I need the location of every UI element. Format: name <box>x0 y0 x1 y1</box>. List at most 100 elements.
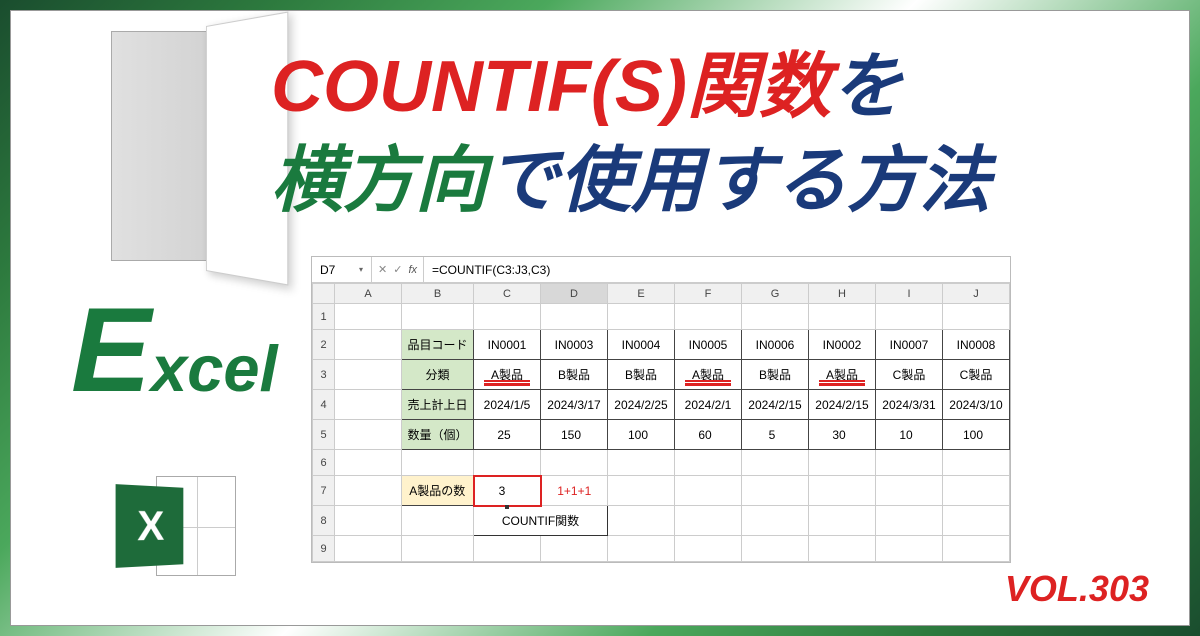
cell-qty-4[interactable]: 5 <box>742 420 809 450</box>
cell[interactable] <box>675 506 742 536</box>
col-header-a[interactable]: A <box>335 284 402 304</box>
row-header-8[interactable]: 8 <box>313 506 335 536</box>
cell[interactable] <box>675 536 742 562</box>
cell[interactable] <box>474 536 541 562</box>
cell-date-6[interactable]: 2024/3/31 <box>876 390 943 420</box>
cell-item-5[interactable]: IN0002 <box>809 330 876 360</box>
cell[interactable] <box>809 506 876 536</box>
row-header-6[interactable]: 6 <box>313 450 335 476</box>
cell-date-3[interactable]: 2024/2/1 <box>675 390 742 420</box>
cell[interactable] <box>335 536 402 562</box>
cell[interactable] <box>474 450 541 476</box>
cell[interactable] <box>402 506 474 536</box>
row-header-9[interactable]: 9 <box>313 536 335 562</box>
cell-date-0[interactable]: 2024/1/5 <box>474 390 541 420</box>
cell[interactable] <box>402 304 474 330</box>
cell-date-1[interactable]: 2024/3/17 <box>541 390 608 420</box>
cell-cat-0[interactable]: A製品 <box>474 360 541 390</box>
cell-qty-1[interactable]: 150 <box>541 420 608 450</box>
cell[interactable] <box>809 476 876 506</box>
cell[interactable] <box>335 450 402 476</box>
cell[interactable] <box>675 304 742 330</box>
cell[interactable] <box>335 304 402 330</box>
cell[interactable] <box>335 506 402 536</box>
col-header-j[interactable]: J <box>943 284 1010 304</box>
cell-item-6[interactable]: IN0007 <box>876 330 943 360</box>
cell[interactable] <box>474 304 541 330</box>
cell-date-2[interactable]: 2024/2/25 <box>608 390 675 420</box>
row-header-1[interactable]: 1 <box>313 304 335 330</box>
col-header-b[interactable]: B <box>402 284 474 304</box>
cell[interactable] <box>943 536 1010 562</box>
cell[interactable] <box>809 304 876 330</box>
label-sales-date[interactable]: 売上計上日 <box>402 390 474 420</box>
cell[interactable] <box>809 450 876 476</box>
cell[interactable] <box>335 330 402 360</box>
worksheet-grid[interactable]: A B C D E F G H I J 1 <box>312 283 1010 562</box>
cell[interactable] <box>608 536 675 562</box>
label-category[interactable]: 分類 <box>402 360 474 390</box>
cell-qty-6[interactable]: 10 <box>876 420 943 450</box>
cell[interactable] <box>541 450 608 476</box>
cell[interactable] <box>608 450 675 476</box>
cell[interactable] <box>675 450 742 476</box>
cell-date-7[interactable]: 2024/3/10 <box>943 390 1010 420</box>
cell[interactable] <box>876 304 943 330</box>
row-header-7[interactable]: 7 <box>313 476 335 506</box>
cell-cat-4[interactable]: B製品 <box>742 360 809 390</box>
label-quantity[interactable]: 数量（個） <box>402 420 474 450</box>
cell[interactable] <box>742 304 809 330</box>
cell-qty-7[interactable]: 100 <box>943 420 1010 450</box>
cell-qty-5[interactable]: 30 <box>809 420 876 450</box>
cell[interactable] <box>675 476 742 506</box>
cell-qty-2[interactable]: 100 <box>608 420 675 450</box>
cell[interactable] <box>876 536 943 562</box>
cell-cat-1[interactable]: B製品 <box>541 360 608 390</box>
select-all-corner[interactable] <box>313 284 335 304</box>
cell[interactable] <box>943 476 1010 506</box>
row-header-5[interactable]: 5 <box>313 420 335 450</box>
row-header-3[interactable]: 3 <box>313 360 335 390</box>
cell[interactable] <box>876 476 943 506</box>
cell-cat-7[interactable]: C製品 <box>943 360 1010 390</box>
cell[interactable] <box>335 360 402 390</box>
cell[interactable] <box>742 476 809 506</box>
cell[interactable] <box>742 450 809 476</box>
cell[interactable] <box>608 506 675 536</box>
label-a-count[interactable]: A製品の数 <box>402 476 474 506</box>
cell-item-1[interactable]: IN0003 <box>541 330 608 360</box>
cell-cat-3[interactable]: A製品 <box>675 360 742 390</box>
name-box[interactable]: D7 <box>312 257 372 282</box>
cell-item-7[interactable]: IN0008 <box>943 330 1010 360</box>
cell-date-4[interactable]: 2024/2/15 <box>742 390 809 420</box>
cell-a-count-result[interactable]: 3 <box>474 476 541 506</box>
cell[interactable] <box>943 450 1010 476</box>
cell-item-0[interactable]: IN0001 <box>474 330 541 360</box>
cell-qty-3[interactable]: 60 <box>675 420 742 450</box>
cell[interactable] <box>335 420 402 450</box>
col-header-g[interactable]: G <box>742 284 809 304</box>
cell[interactable] <box>402 450 474 476</box>
cell[interactable] <box>943 304 1010 330</box>
col-header-e[interactable]: E <box>608 284 675 304</box>
cell[interactable] <box>876 450 943 476</box>
cell[interactable] <box>742 536 809 562</box>
cell[interactable] <box>742 506 809 536</box>
col-header-c[interactable]: C <box>474 284 541 304</box>
row-header-4[interactable]: 4 <box>313 390 335 420</box>
label-item-code[interactable]: 品目コード <box>402 330 474 360</box>
formula-input[interactable]: =COUNTIF(C3:J3,C3) <box>424 263 1010 277</box>
cell-date-5[interactable]: 2024/2/15 <box>809 390 876 420</box>
col-header-d[interactable]: D <box>541 284 608 304</box>
cell[interactable] <box>943 506 1010 536</box>
cell[interactable] <box>402 536 474 562</box>
fx-icon[interactable]: fx <box>408 264 417 276</box>
cell[interactable] <box>335 390 402 420</box>
cell-cat-6[interactable]: C製品 <box>876 360 943 390</box>
col-header-h[interactable]: H <box>809 284 876 304</box>
cell[interactable] <box>335 476 402 506</box>
cell[interactable] <box>876 506 943 536</box>
cell-item-4[interactable]: IN0006 <box>742 330 809 360</box>
col-header-f[interactable]: F <box>675 284 742 304</box>
cell[interactable] <box>809 536 876 562</box>
